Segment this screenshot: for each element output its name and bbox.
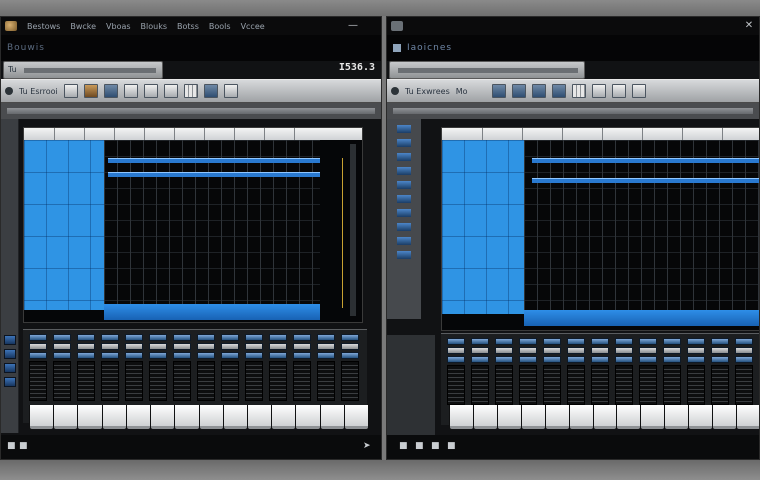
time-display: I536.3: [338, 62, 375, 73]
titlebar: Bouwis: [1, 35, 381, 61]
menu-item[interactable]: Bestows: [27, 22, 60, 31]
subtab[interactable]: Tu: [3, 61, 163, 79]
tool-button[interactable]: [223, 84, 238, 98]
menu-item[interactable]: Vboas: [106, 22, 131, 31]
timeline-bar[interactable]: [524, 310, 759, 326]
app-icon[interactable]: [391, 21, 403, 31]
track-list: [387, 119, 421, 319]
status-bar: ■ ■ ■ ■: [387, 435, 759, 459]
app-icon[interactable]: [5, 21, 17, 31]
toolbar-label: Tu Esrrooi: [19, 86, 58, 96]
toolbar: Tu Esrrooi: [1, 79, 381, 103]
selected-region[interactable]: [442, 140, 524, 314]
menu-item[interactable]: Bwcke: [70, 22, 96, 31]
automation-lane[interactable]: [532, 158, 759, 163]
desktop-bottom-strip: [0, 460, 760, 480]
tool-button[interactable]: [143, 84, 158, 98]
tool-button[interactable]: [551, 84, 566, 98]
status-icon[interactable]: ■: [447, 441, 457, 451]
status-icon[interactable]: ■: [7, 441, 17, 451]
desktop-top-strip: [0, 0, 760, 16]
menu-item[interactable]: Botss: [177, 22, 199, 31]
mixer-sidebar: [387, 335, 435, 435]
piano-roll-editor[interactable]: [441, 127, 759, 331]
subtab-bar: [24, 68, 156, 73]
tool-button[interactable]: [63, 84, 78, 98]
status-icon[interactable]: ■: [19, 441, 29, 451]
selected-region[interactable]: [24, 140, 104, 310]
note-grid[interactable]: [524, 140, 759, 314]
status-bar: ■ ■ ➤: [1, 435, 381, 459]
document-icon: [393, 44, 401, 52]
timeline-bar[interactable]: [104, 304, 320, 320]
tool-button[interactable]: [611, 84, 626, 98]
timeline-ruler[interactable]: [24, 128, 362, 140]
titlebar: Iaoicnes: [387, 35, 759, 61]
menubar: Bestows Bwcke Vboas Blouks Botss Bools V…: [1, 17, 381, 35]
automation-lane[interactable]: [108, 158, 320, 163]
vertical-scrollbar[interactable]: [350, 144, 356, 316]
menu-item[interactable]: Bools: [209, 22, 231, 31]
subtab-bar: [398, 68, 578, 73]
close-icon[interactable]: ✕: [743, 20, 755, 32]
grid-icon[interactable]: [183, 84, 198, 98]
automation-lane[interactable]: [532, 178, 759, 183]
tool-button[interactable]: [203, 84, 218, 98]
piano-keys[interactable]: [29, 405, 369, 429]
toolbar-label: Mo: [455, 86, 468, 96]
grid-icon[interactable]: [571, 84, 586, 98]
image-icon[interactable]: [83, 84, 98, 98]
playhead[interactable]: [342, 158, 343, 308]
status-icon[interactable]: ■: [399, 441, 409, 451]
timeline-scrollbar[interactable]: [1, 103, 381, 119]
tool-button[interactable]: [531, 84, 546, 98]
automation-lane[interactable]: [108, 172, 320, 177]
cursor-icon: ➤: [363, 441, 371, 451]
piano-keys[interactable]: [449, 405, 759, 429]
menubar: [387, 17, 759, 35]
menu-item[interactable]: Blouks: [141, 22, 167, 31]
toolbar: Tu Exwrees Mo: [387, 79, 759, 103]
tool-button[interactable]: [163, 84, 178, 98]
subtab-label: Tu: [8, 65, 17, 74]
toolbar-label: Tu Exwrees: [405, 86, 450, 96]
tool-button[interactable]: [123, 84, 138, 98]
record-icon[interactable]: [5, 87, 13, 95]
tool-button[interactable]: [631, 84, 646, 98]
tool-button[interactable]: [591, 84, 606, 98]
minimize-icon[interactable]: —: [347, 20, 359, 32]
note-grid[interactable]: [104, 140, 320, 310]
side-meter-panel: [1, 119, 19, 433]
status-icon[interactable]: ■: [415, 441, 425, 451]
timeline-scrollbar[interactable]: [387, 103, 759, 119]
piano-roll-editor[interactable]: [23, 127, 363, 323]
status-icon[interactable]: ■: [431, 441, 441, 451]
menu-item[interactable]: Vccee: [241, 22, 265, 31]
tool-button[interactable]: [103, 84, 118, 98]
subtab[interactable]: [389, 61, 585, 79]
daw-window-right: ✕ Iaoicnes Tu Exwrees Mo ■ ■ ■ ■: [386, 16, 760, 460]
window-title: Bouwis: [7, 43, 45, 53]
record-icon[interactable]: [391, 87, 399, 95]
window-title: Iaoicnes: [407, 43, 453, 53]
daw-window-left: Bestows Bwcke Vboas Blouks Botss Bools V…: [0, 16, 382, 460]
timeline-ruler[interactable]: [442, 128, 759, 140]
tool-button[interactable]: [511, 84, 526, 98]
tool-button[interactable]: [491, 84, 506, 98]
